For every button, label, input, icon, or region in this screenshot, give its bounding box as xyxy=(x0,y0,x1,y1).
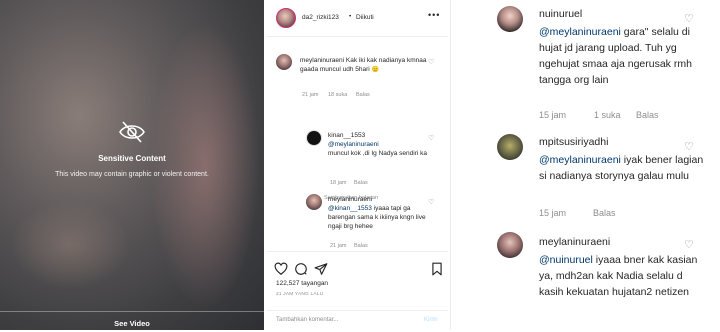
save-bookmark-icon[interactable] xyxy=(430,262,444,276)
avatar[interactable] xyxy=(276,54,292,70)
post-header: da2_rizki123 • Diikuti ••• xyxy=(266,0,448,37)
avatar[interactable] xyxy=(306,130,322,146)
comment-text: @meylaninuraeni gara" selalu di hujat jd… xyxy=(539,24,704,88)
more-options-icon[interactable]: ••• xyxy=(428,10,440,20)
view-count[interactable]: 122,527 tayangan xyxy=(276,280,328,287)
avatar[interactable] xyxy=(497,6,523,32)
mention-link[interactable]: @meylaninuraeni xyxy=(539,26,621,38)
avatar[interactable] xyxy=(276,8,296,28)
reply-button[interactable]: Balas xyxy=(354,243,368,249)
share-icon[interactable] xyxy=(314,262,328,276)
add-comment-input[interactable]: Tambahkan komentar... xyxy=(276,317,338,323)
reply-button[interactable]: Balas xyxy=(593,208,616,218)
reply-time: 21 jam xyxy=(330,243,347,249)
post-panel: da2_rizki123 • Diikuti ••• meylaninuraen… xyxy=(266,0,448,330)
reply-time: 18 jam xyxy=(330,180,347,186)
divider xyxy=(0,311,264,312)
avatar[interactable] xyxy=(497,134,523,160)
separator-dot: • xyxy=(349,13,352,20)
like-heart-icon[interactable]: ♡ xyxy=(428,134,434,142)
see-video-button[interactable]: See Video xyxy=(0,319,264,328)
comment-time: 21 jam xyxy=(302,92,319,98)
reply-button[interactable]: Balas xyxy=(354,180,368,186)
reply-body: muncul kok ,di Ig Nadya sendiri ka xyxy=(328,150,427,157)
comment-username[interactable]: nuinuruel xyxy=(539,8,582,20)
comment-username[interactable]: mpitsusiriyadhi xyxy=(539,136,608,148)
like-heart-icon[interactable]: ♡ xyxy=(684,12,694,25)
heart-icon[interactable] xyxy=(274,262,288,276)
mention-link[interactable]: @meylaninuraeni xyxy=(539,154,621,166)
reply-username[interactable]: kinan__1553 xyxy=(328,131,428,140)
comment-likes[interactable]: 1 suka xyxy=(594,110,621,120)
follow-status[interactable]: Diikuti xyxy=(356,14,374,21)
post-username[interactable]: da2_rizki123 xyxy=(302,14,339,21)
comment-likes[interactable]: 18 suka xyxy=(328,92,347,98)
video-panel[interactable]: Sensitive Content This video may contain… xyxy=(0,0,264,330)
reply-text: meylaninuraeni @kinan__1553 iyaaa tapi g… xyxy=(328,195,428,231)
send-button[interactable]: Kirim xyxy=(424,317,438,323)
sensitive-content-title: Sensitive Content xyxy=(98,154,166,163)
comment-icon[interactable] xyxy=(294,262,308,276)
reply-button[interactable]: Balas xyxy=(636,110,659,120)
eye-slash-icon xyxy=(119,121,145,143)
comments-zoom-panel: nuinuruel @meylaninuraeni gara" selalu d… xyxy=(450,0,720,330)
comment-text: meylaninuraeni Kak iki kak nadianya kmna… xyxy=(300,56,430,75)
like-heart-icon[interactable]: ♡ xyxy=(428,58,434,66)
comment-text: @nuinuruel iyaaa bner kak kasian ya, mdh… xyxy=(539,252,704,300)
mention-link[interactable]: @kinan__1553 xyxy=(328,205,372,212)
comment-username[interactable]: meylaninuraeni xyxy=(539,236,610,248)
mention-link[interactable]: @nuinuruel xyxy=(539,254,593,266)
like-heart-icon[interactable]: ♡ xyxy=(428,198,434,206)
avatar[interactable] xyxy=(497,232,523,258)
like-heart-icon[interactable]: ♡ xyxy=(684,140,694,153)
like-heart-icon[interactable]: ♡ xyxy=(684,238,694,251)
post-timestamp: 21 JAM YANG LALU xyxy=(276,292,324,297)
post-action-bar: 122,527 tayangan 21 JAM YANG LALU Tambah… xyxy=(266,251,448,331)
comment-time: 15 jam xyxy=(539,110,567,120)
reply-text: kinan__1553 @meylaninuraeni muncul kok ,… xyxy=(328,131,428,158)
avatar[interactable] xyxy=(306,194,322,210)
comment-username[interactable]: meylaninuraeni xyxy=(300,57,344,64)
comment-text: @meylaninuraeni iyak bener lagian si nad… xyxy=(539,152,704,184)
reply-username[interactable]: meylaninuraeni xyxy=(328,195,428,204)
comment-time: 15 jam xyxy=(539,208,567,218)
emoji: 😑 xyxy=(371,67,380,73)
sensitive-content-description: This video may contain graphic or violen… xyxy=(55,171,209,178)
reply-button[interactable]: Balas xyxy=(356,92,370,98)
add-comment-bar: Tambahkan komentar... Kirim xyxy=(266,310,448,332)
mention-link[interactable]: @meylaninuraeni xyxy=(328,140,428,149)
